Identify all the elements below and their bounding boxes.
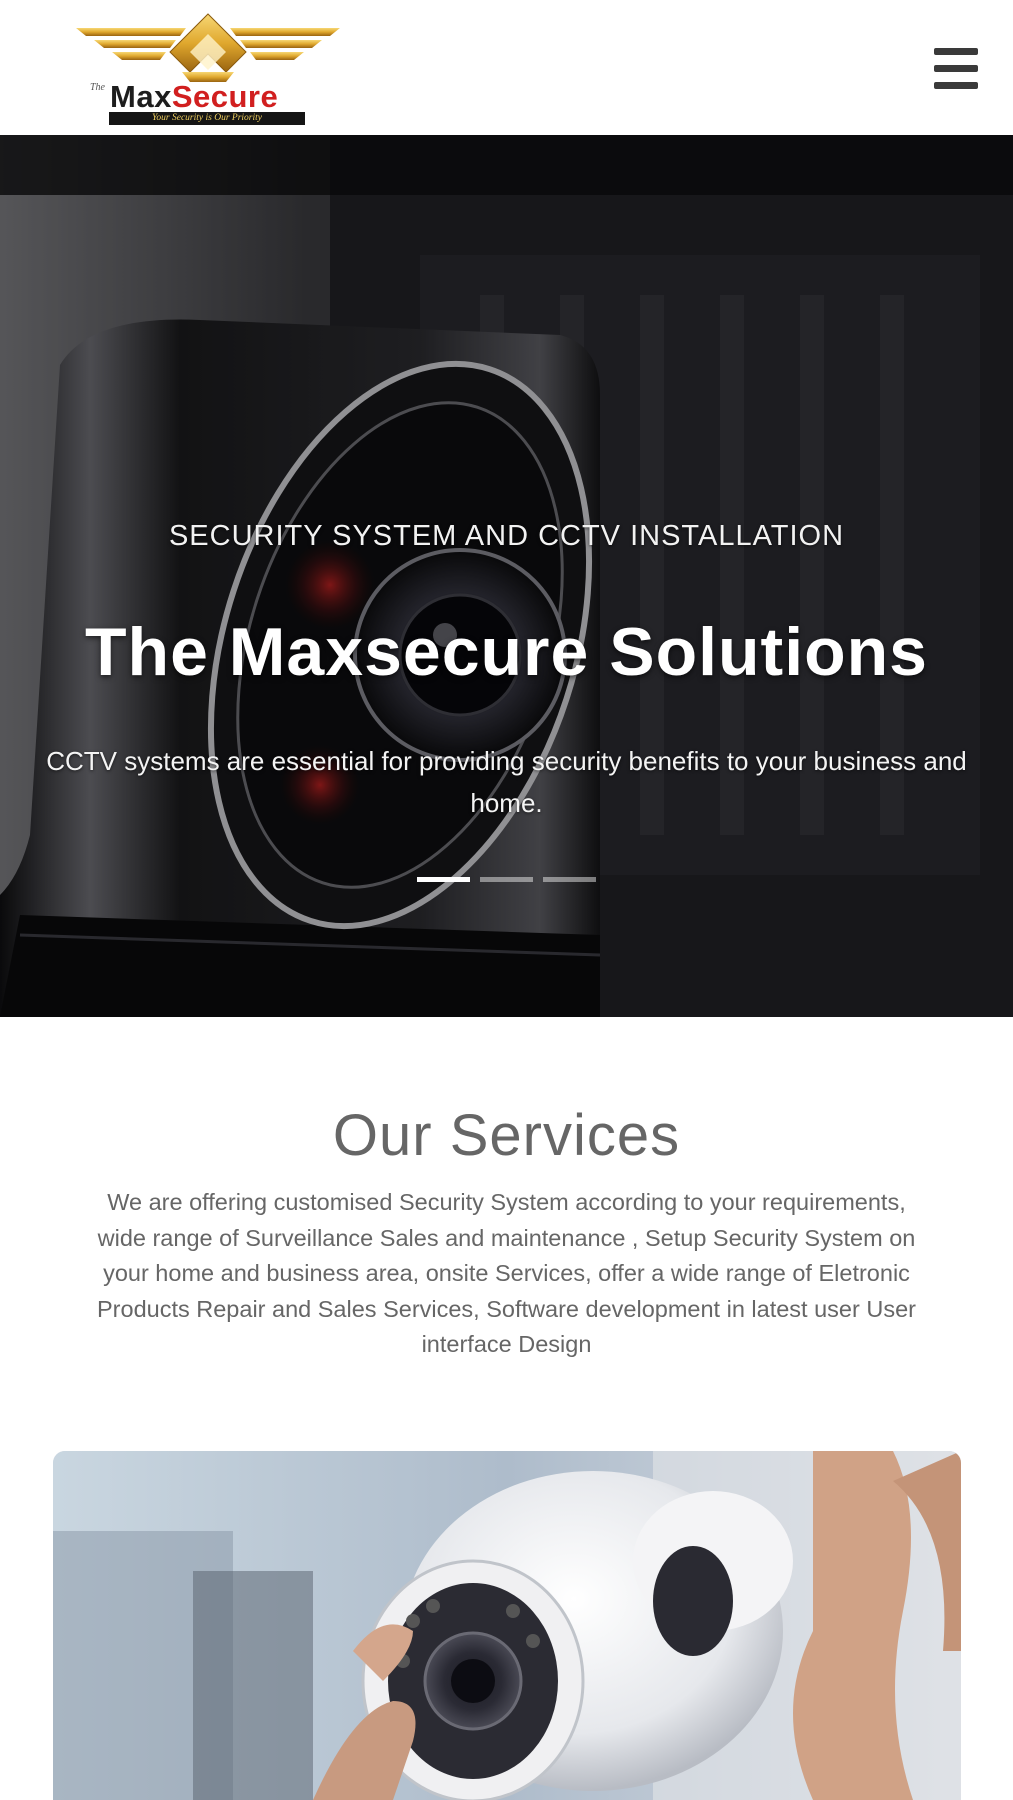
hamburger-icon-bar [934, 82, 978, 89]
hero-title: The Maxsecure Solutions [85, 614, 928, 690]
slide-indicator-1[interactable] [417, 877, 470, 882]
hero-slider: SECURITY SYSTEM AND CCTV INSTALLATION Th… [0, 135, 1013, 1017]
service-card-cctv[interactable] [53, 1451, 961, 1800]
hero-subtitle: SECURITY SYSTEM AND CCTV INSTALLATION [168, 520, 845, 552]
service-card-image [53, 1451, 961, 1800]
services-description: We are offering customised Security Syst… [97, 1189, 916, 1357]
slider-indicators [417, 877, 597, 883]
slide-indicator-2[interactable] [480, 877, 533, 882]
services-heading: Our Services [332, 1103, 681, 1168]
logo-tagline: Your Security is Our Priority [109, 112, 305, 125]
logo-wordmark-secure: Secure [171, 79, 279, 114]
logo-wings-emblem [76, 13, 340, 82]
site-header: The MaxSecure Your Security is Our Prior… [0, 0, 1013, 135]
logo-prefix: The [90, 82, 105, 93]
logo-wordmark-max: Max [110, 79, 172, 114]
hero-description: CCTV systems are essential for providing… [46, 746, 967, 818]
slide-indicator-3[interactable] [543, 877, 596, 882]
logo-wordmark: MaxSecure [110, 79, 279, 114]
hamburger-icon [934, 48, 978, 55]
hero-overlay [0, 135, 1013, 1017]
hamburger-menu-button[interactable] [934, 48, 980, 90]
hamburger-icon-bar [934, 65, 978, 72]
maxsecure-logo[interactable]: The MaxSecure Your Security is Our Prior… [76, 12, 340, 125]
